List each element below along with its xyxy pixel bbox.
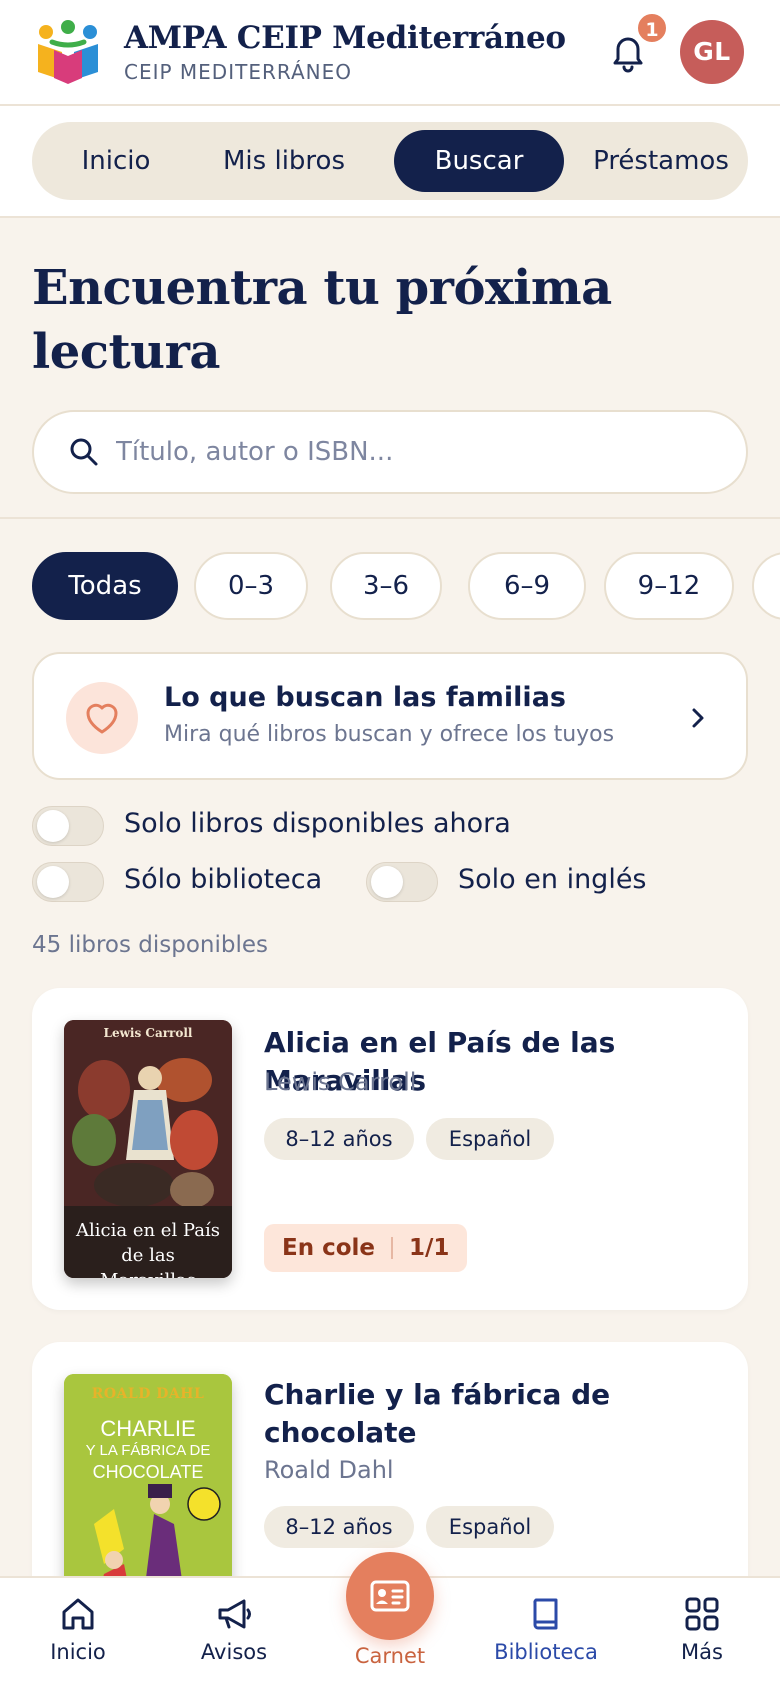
promo-icon-circle bbox=[66, 682, 138, 754]
cover-title-line2: Y LA FÁBRICA DE bbox=[85, 1442, 211, 1459]
promo-subtitle: Mira qué libros buscan y ofrece los tuyo… bbox=[164, 722, 615, 747]
section-tabs: Inicio Mis libros Buscar Préstamos bbox=[0, 106, 780, 218]
book-icon bbox=[533, 1598, 558, 1630]
app-header: AMPA CEIP Mediterráneo CEIP MEDITERRÁNEO… bbox=[0, 0, 780, 106]
book-author: Roald Dahl bbox=[264, 1456, 394, 1484]
status-label: En cole bbox=[282, 1235, 376, 1261]
book-cover: Lewis Carroll Alicia en el País de las M… bbox=[64, 1020, 232, 1278]
toggle-knob bbox=[37, 810, 69, 842]
toggle-library-only-label: Sólo biblioteca bbox=[124, 864, 323, 895]
tab-buscar[interactable]: Buscar bbox=[394, 130, 564, 192]
language-tag: Español bbox=[426, 1118, 554, 1160]
book-card[interactable]: Lewis Carroll Alicia en el País de las M… bbox=[32, 988, 748, 1310]
tab-bar: Inicio Mis libros Buscar Préstamos bbox=[32, 122, 748, 200]
toggle-knob bbox=[371, 866, 403, 898]
nav-biblioteca-label: Biblioteca bbox=[494, 1640, 598, 1664]
chevron-right-icon bbox=[692, 708, 704, 728]
cover-title: Alicia en el País de las Maravillas bbox=[76, 1220, 220, 1278]
chip-todas[interactable]: Todas bbox=[32, 552, 178, 620]
families-search-card[interactable]: Lo que buscan las familias Mira qué libr… bbox=[32, 652, 748, 780]
section-divider bbox=[0, 517, 780, 519]
user-avatar[interactable]: GL bbox=[680, 20, 744, 84]
toggle-english-only-label: Solo en inglés bbox=[458, 864, 647, 895]
promo-title: Lo que buscan las familias bbox=[164, 682, 566, 713]
tab-prestamos[interactable]: Préstamos bbox=[578, 130, 744, 192]
grid-icon bbox=[685, 1597, 719, 1631]
chip-9-12[interactable]: 9–12 bbox=[604, 552, 734, 620]
nav-mas-label: Más bbox=[681, 1640, 723, 1664]
chip-more[interactable] bbox=[752, 552, 780, 620]
app-subtitle: CEIP MEDITERRÁNEO bbox=[124, 60, 352, 84]
nav-inicio[interactable]: Inicio bbox=[18, 1594, 138, 1678]
nav-carnet-label: Carnet bbox=[354, 1644, 426, 1668]
tab-mis-libros[interactable]: Mis libros bbox=[204, 130, 364, 192]
carnet-button[interactable] bbox=[346, 1552, 434, 1640]
cover-author: ROALD DAHL bbox=[91, 1386, 205, 1402]
toggle-library-only[interactable] bbox=[32, 862, 104, 902]
nav-biblioteca[interactable]: Biblioteca bbox=[486, 1594, 606, 1678]
toggle-available-now[interactable] bbox=[32, 806, 104, 846]
chip-6-9[interactable]: 6–9 bbox=[468, 552, 586, 620]
chip-0-3[interactable]: 0–3 bbox=[194, 552, 308, 620]
status-separator bbox=[391, 1237, 394, 1259]
search-icon bbox=[70, 438, 98, 466]
app-title: AMPA CEIP Mediterráneo bbox=[124, 20, 566, 56]
book-author: Lewis Carroll bbox=[264, 1068, 417, 1096]
ampa-logo bbox=[38, 20, 98, 84]
age-tag: 8–12 años bbox=[264, 1118, 414, 1160]
nav-mas[interactable]: Más bbox=[642, 1594, 762, 1678]
nav-inicio-label: Inicio bbox=[50, 1640, 106, 1664]
id-card-icon bbox=[370, 1580, 410, 1612]
page-title: Encuentra tu próxima lectura bbox=[32, 260, 612, 380]
heart-icon bbox=[86, 703, 118, 734]
cover-title-line1: CHARLIE bbox=[100, 1416, 196, 1441]
search-input[interactable] bbox=[116, 428, 696, 476]
tab-inicio[interactable]: Inicio bbox=[46, 130, 186, 192]
notification-badge: 1 bbox=[636, 12, 668, 44]
availability-count: 1/1 bbox=[409, 1235, 450, 1261]
results-count: 45 libros disponibles bbox=[32, 932, 269, 958]
home-icon bbox=[62, 1598, 94, 1630]
toggle-available-now-label: Solo libros disponibles ahora bbox=[124, 808, 511, 839]
language-tag: Español bbox=[426, 1506, 554, 1548]
chip-3-6[interactable]: 3–6 bbox=[330, 552, 442, 620]
nav-avisos[interactable]: Avisos bbox=[174, 1594, 294, 1678]
cover-author: Lewis Carroll bbox=[103, 1026, 193, 1040]
age-tag: 8–12 años bbox=[264, 1506, 414, 1548]
megaphone-icon bbox=[218, 1599, 251, 1629]
toggle-english-only[interactable] bbox=[366, 862, 438, 902]
book-title: Charlie y la fábrica de chocolate bbox=[264, 1378, 611, 1449]
nav-avisos-label: Avisos bbox=[200, 1640, 268, 1664]
cover-title-line3: CHOCOLATE bbox=[92, 1462, 204, 1482]
age-filter-chips: Todas 0–3 3–6 6–9 9–12 bbox=[32, 552, 780, 620]
toggle-knob bbox=[37, 866, 69, 898]
search-box bbox=[32, 410, 748, 494]
availability-status: En cole 1/1 bbox=[264, 1224, 468, 1272]
